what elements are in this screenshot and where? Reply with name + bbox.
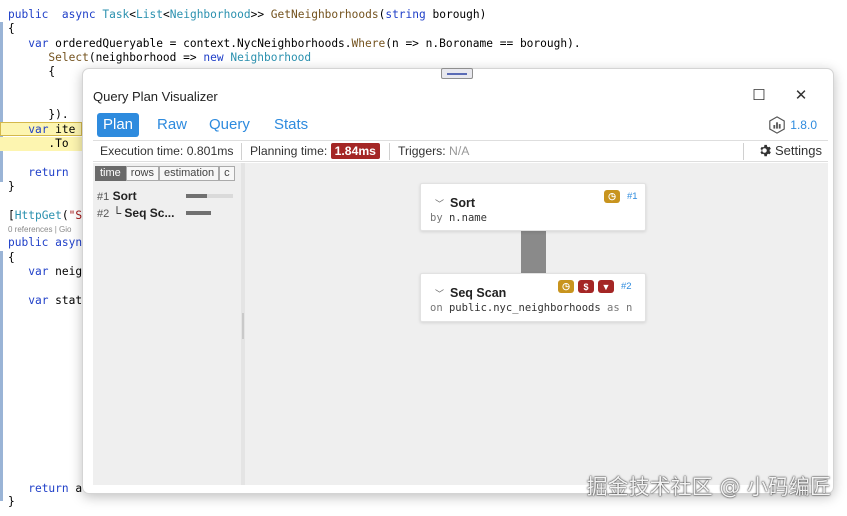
clock-icon: ◷: [558, 280, 574, 293]
tree-node-seq-scan[interactable]: #2 └ Seq Sc...: [97, 206, 174, 220]
node-label: └ Seq Sc...: [112, 206, 175, 220]
planning-time: Planning time: 1.84ms: [250, 143, 380, 159]
tab-query[interactable]: Query: [203, 113, 256, 137]
divider: [241, 143, 242, 160]
codelens-references[interactable]: 0 references | Gio: [8, 225, 71, 234]
time-bar-fill: [186, 211, 211, 215]
time-bar: [186, 211, 211, 215]
tab-stats[interactable]: Stats: [268, 113, 314, 137]
planning-time-value: 1.84ms: [330, 143, 380, 159]
mode-estimation[interactable]: estimation: [159, 166, 220, 181]
code-line: var neig: [28, 265, 83, 278]
maximize-icon: ☐: [752, 87, 766, 104]
plan-edge: [521, 231, 546, 273]
code-line: var stat: [28, 294, 83, 307]
tab-bar: Plan Raw Query Stats 1.8.0: [83, 111, 833, 139]
gutter-indicator: [0, 22, 3, 182]
clock-icon: ◷: [604, 190, 620, 203]
code-line: public async: [8, 236, 89, 249]
close-button[interactable]: ✕: [787, 83, 815, 107]
query-plan-visualizer-window: Query Plan Visualizer ☐ ✕ Plan Raw Query…: [82, 68, 834, 494]
node-badges: ◷ $ ▼ #2: [558, 280, 632, 293]
code-line: return: [28, 166, 69, 179]
node-detail: by n.name: [430, 212, 487, 224]
dollar-icon: $: [578, 280, 594, 293]
planning-time-label: Planning time:: [250, 144, 328, 158]
chevron-down-icon[interactable]: ﹀: [435, 197, 444, 210]
node-title[interactable]: ﹀ Seq Scan: [435, 286, 506, 300]
window-title: Query Plan Visualizer: [93, 89, 218, 104]
metric-toggle: time rows estimation c: [95, 166, 235, 181]
code-line: {: [8, 65, 56, 78]
mode-cost[interactable]: c: [219, 166, 235, 181]
chevron-down-icon[interactable]: ﹀: [435, 287, 444, 300]
execution-time: Execution time: 0.801ms: [100, 144, 233, 158]
node-detail: on public.nyc_neighborhoods as n: [430, 302, 632, 314]
tab-plan[interactable]: Plan: [97, 113, 140, 137]
settings-button[interactable]: Settings: [758, 143, 822, 158]
node-id: #2: [621, 281, 632, 292]
watermark: 掘金技术社区 @ 小码编匠: [586, 475, 831, 499]
mode-rows[interactable]: rows: [125, 166, 160, 181]
filter-icon: ▼: [598, 280, 614, 293]
node-number: #1: [97, 191, 110, 203]
settings-label: Settings: [775, 143, 822, 158]
pev-logo-icon: [769, 116, 786, 134]
execution-time-value: 0.801ms: [186, 144, 234, 158]
detail-value: n.name: [448, 212, 487, 224]
code-line: }).: [8, 108, 69, 121]
node-title-text: Seq Scan: [450, 286, 507, 300]
divider: [389, 143, 390, 160]
divider: [743, 143, 744, 160]
execution-time-label: Execution time:: [100, 144, 184, 158]
detail-value: public.nyc_neighborhoods: [448, 302, 601, 314]
version-info: 1.8.0: [768, 116, 817, 134]
node-id: #1: [627, 191, 638, 202]
mode-time[interactable]: time: [95, 166, 126, 181]
node-number: #2: [97, 208, 110, 220]
node-title[interactable]: ﹀ Sort: [435, 196, 475, 210]
stats-bar: Execution time: 0.801ms Planning time: 1…: [93, 140, 828, 162]
time-bar: [186, 194, 233, 198]
code-line: public async Task<List<Neighborhood>> Ge…: [8, 8, 487, 21]
detail-suffix: as n: [607, 302, 633, 314]
code-line: }: [8, 180, 15, 193]
time-bar-fill: [186, 194, 208, 198]
drag-handle[interactable]: [441, 68, 473, 79]
code-line: return a: [28, 482, 83, 495]
close-icon: ✕: [794, 87, 808, 104]
node-label: Sort: [112, 189, 137, 203]
code-line: .To: [8, 137, 69, 150]
detail-prefix: by: [430, 212, 443, 224]
gear-icon: [760, 144, 771, 157]
code-line: var ite: [28, 123, 76, 136]
code-line: [HttpGet("So: [8, 209, 89, 222]
plan-node-sort[interactable]: ﹀ Sort ◷ #1 by n.name: [420, 183, 646, 231]
code-line: var orderedQueryable = context.NycNeighb…: [28, 37, 581, 50]
code-line: }: [8, 495, 15, 508]
code-line: {: [8, 251, 15, 264]
triggers-label: Triggers:: [398, 144, 446, 158]
plan-tree-panel: time rows estimation c #1 Sort #2 └ Seq …: [93, 163, 241, 485]
plan-node-seq-scan[interactable]: ﹀ Seq Scan ◷ $ ▼ #2 on public.nyc_neighb…: [420, 273, 646, 322]
tab-raw[interactable]: Raw: [151, 113, 193, 137]
gutter-indicator: [0, 251, 3, 501]
triggers: Triggers: N/A: [398, 144, 469, 158]
triggers-value: N/A: [449, 144, 470, 158]
plan-canvas[interactable]: ﹀ Sort ◷ #1 by n.name ﹀ Seq Scan ◷ $ ▼ #…: [245, 163, 828, 485]
tree-node-sort[interactable]: #1 Sort: [97, 189, 137, 203]
detail-prefix: on: [430, 302, 443, 314]
code-line: {: [8, 22, 15, 35]
maximize-button[interactable]: ☐: [745, 83, 773, 107]
node-badges: ◷ #1: [604, 190, 638, 203]
code-line: Select(neighborhood => new Neighborhood: [48, 51, 312, 64]
node-title-text: Sort: [450, 196, 476, 210]
version-label: 1.8.0: [790, 118, 817, 132]
